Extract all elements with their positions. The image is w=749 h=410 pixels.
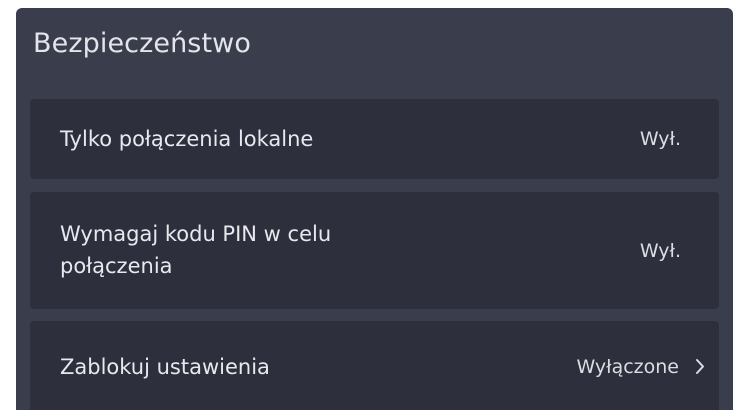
setting-label: Zablokuj ustawienia — [60, 355, 270, 379]
setting-value: Wył. — [639, 240, 681, 262]
setting-label: Tylko połączenia lokalne — [60, 127, 314, 151]
setting-value: Wyłączone — [576, 356, 679, 378]
setting-require-pin[interactable]: Wymagaj kodu PIN w celu połączenia Wył. — [30, 192, 719, 309]
setting-label: Wymagaj kodu PIN w celu połączenia — [60, 222, 332, 278]
setting-value: Wył. — [639, 128, 681, 150]
chevron-right-icon — [696, 359, 704, 374]
setting-lock-settings[interactable]: Zablokuj ustawienia Wyłączone — [30, 321, 719, 410]
section-title: Bezpieczeństwo — [33, 28, 251, 59]
security-settings-panel: Bezpieczeństwo Tylko połączenia lokalne … — [16, 8, 733, 410]
setting-local-connections-only[interactable]: Tylko połączenia lokalne Wył. — [30, 99, 719, 179]
